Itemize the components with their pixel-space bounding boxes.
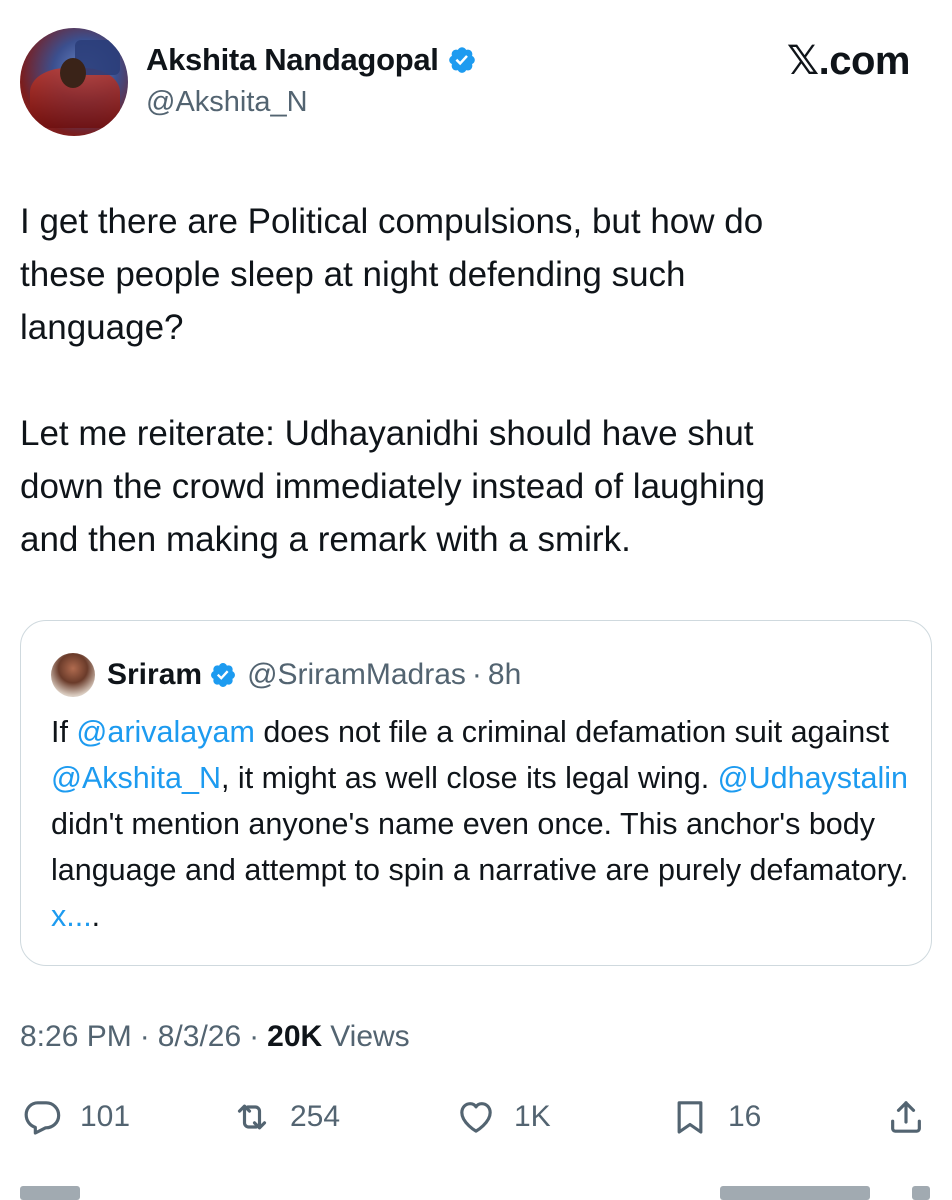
quoted-text-segment: , it might as well close its legal wing.: [220, 761, 718, 795]
share-button[interactable]: [886, 1090, 926, 1144]
x-brand-logo: 𝕏.com: [786, 39, 911, 83]
reply-icon: [24, 1101, 61, 1135]
author-name-row: Akshita Nandagopal: [146, 42, 477, 78]
author-avatar[interactable]: [20, 28, 128, 136]
quoted-text-segment: If: [51, 715, 77, 749]
post-header: Akshita Nandagopal @Akshita_N 𝕏.com: [20, 28, 932, 138]
cropped-content-edge: [20, 1186, 932, 1200]
separator-dot: ·: [139, 1020, 150, 1053]
quoted-author-avatar[interactable]: [51, 653, 95, 697]
mention-link[interactable]: x...: [51, 899, 92, 933]
quoted-post-header: Sriram @SriramMadras · 8h: [51, 653, 521, 697]
quoted-post-text: If @arivalayam does not file a criminal …: [51, 709, 911, 939]
reply-count: 101: [80, 1100, 131, 1133]
mention-link[interactable]: @Akshita_N: [51, 761, 221, 795]
quoted-author-handle[interactable]: @SriramMadras: [247, 658, 466, 692]
views-count: 20K: [267, 1020, 323, 1053]
post-actions-bar: 101 254 1K 16: [20, 1090, 932, 1144]
mention-link[interactable]: @Udhaystalin: [718, 761, 908, 795]
post-text: I get there are Political compulsions, b…: [20, 202, 766, 559]
quoted-text-segment: didn't mention anyone's name even once. …: [51, 807, 909, 887]
repost-count: 254: [290, 1100, 341, 1133]
bookmark-count: 16: [728, 1100, 762, 1133]
views-label: Views: [330, 1020, 410, 1053]
repost-icon: [237, 1104, 267, 1130]
share-icon: [891, 1101, 921, 1133]
author-handle[interactable]: @Akshita_N: [146, 86, 308, 119]
author-display-name[interactable]: Akshita Nandagopal: [146, 42, 439, 78]
mention-link[interactable]: @arivalayam: [76, 715, 254, 749]
like-button[interactable]: 1K: [456, 1090, 551, 1144]
quoted-text-segment: .: [91, 899, 101, 933]
heart-icon: [460, 1102, 492, 1133]
reply-button[interactable]: 101: [22, 1090, 130, 1144]
post-time[interactable]: 8:26 PM: [20, 1020, 132, 1054]
repost-button[interactable]: 254: [232, 1090, 340, 1144]
post-date[interactable]: 8/3/26: [158, 1020, 241, 1054]
bookmark-icon: [677, 1101, 703, 1134]
verified-badge-icon: [448, 47, 475, 73]
quoted-post[interactable]: Sriram @SriramMadras · 8h If @arivalayam…: [20, 620, 932, 966]
verified-badge-icon: [211, 663, 236, 687]
bookmark-button[interactable]: 16: [670, 1090, 761, 1144]
separator-dot: ·: [471, 658, 482, 691]
quoted-author-name[interactable]: Sriram: [107, 658, 202, 692]
post-metadata: 8:26 PM · 8/3/26 · 20K Views: [20, 1020, 410, 1054]
quoted-text-segment: does not file a criminal defamation suit…: [254, 715, 889, 749]
separator-dot: ·: [249, 1020, 260, 1053]
like-count: 1K: [514, 1100, 551, 1133]
quoted-post-time[interactable]: 8h: [488, 658, 521, 692]
